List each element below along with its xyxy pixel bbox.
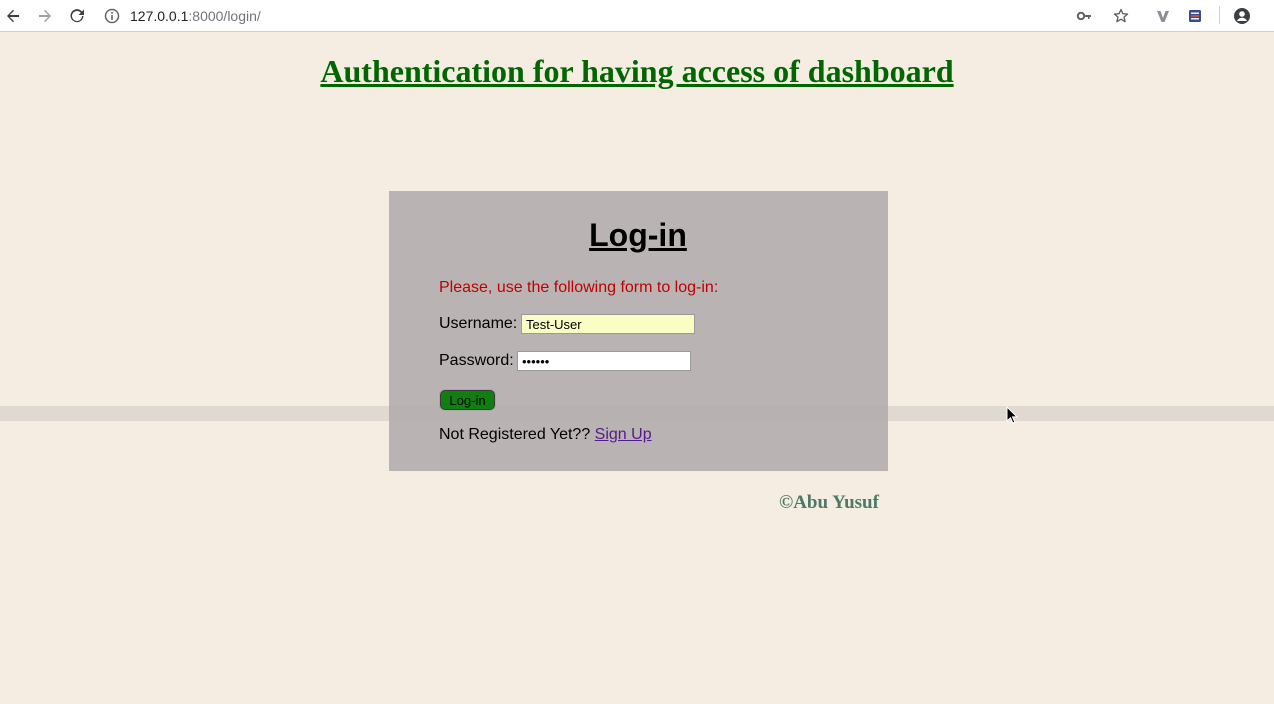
mouse-cursor-icon bbox=[1006, 405, 1019, 429]
url-path: :8000/login/ bbox=[188, 8, 261, 24]
register-prompt: Not Registered Yet?? Sign Up bbox=[439, 426, 652, 444]
password-input[interactable] bbox=[517, 351, 691, 371]
login-button[interactable]: Log-in bbox=[439, 389, 496, 411]
account-icon[interactable] bbox=[1230, 4, 1254, 28]
back-arrow-icon[interactable] bbox=[1, 4, 25, 28]
username-label: Username: bbox=[439, 315, 518, 332]
extension-list-icon[interactable] bbox=[1183, 4, 1207, 28]
register-prompt-text: Not Registered Yet?? bbox=[439, 426, 591, 443]
info-icon[interactable] bbox=[104, 8, 120, 24]
extension-v-icon[interactable] bbox=[1151, 4, 1175, 28]
star-icon[interactable] bbox=[1109, 4, 1133, 28]
copyright-text: ©Abu Yusuf bbox=[779, 492, 879, 513]
password-label: Password: bbox=[439, 352, 514, 369]
url-host: 127.0.0.1 bbox=[130, 8, 189, 24]
login-instruction: Please, use the following form to log-in… bbox=[439, 279, 719, 296]
login-heading: Log-in bbox=[589, 217, 687, 253]
key-icon[interactable] bbox=[1072, 4, 1096, 28]
toolbar-divider bbox=[1219, 6, 1220, 24]
signup-link[interactable]: Sign Up bbox=[595, 426, 652, 443]
forward-arrow-icon[interactable] bbox=[33, 4, 57, 28]
reload-icon[interactable] bbox=[65, 4, 89, 28]
username-input[interactable] bbox=[521, 314, 695, 334]
page-title: Authentication for having access of dash… bbox=[320, 53, 954, 89]
address-bar[interactable]: 127.0.0.1:8000/login/ bbox=[104, 4, 261, 28]
browser-toolbar: 127.0.0.1:8000/login/ bbox=[0, 0, 1274, 32]
